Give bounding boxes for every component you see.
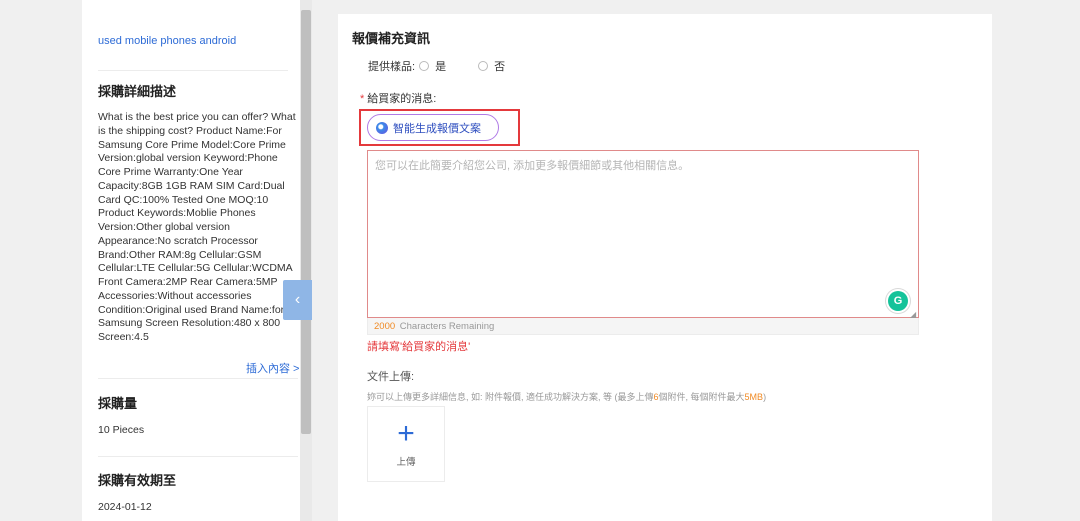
description-text: What is the best price you can offer? Wh… <box>98 111 296 343</box>
radio-no[interactable] <box>478 61 489 71</box>
scrollbar-thumb[interactable] <box>301 10 311 434</box>
quantity-title: 採購量 <box>98 396 138 411</box>
hint-text: ) <box>763 392 767 402</box>
hint-text: 個附件, 每個附件最大 <box>658 392 745 402</box>
quote-form-panel: 報價補充資訊 提供樣品: 是 否 * 給買家的消息: 智能生成報價文案 您可以在此… <box>338 14 992 521</box>
expiry-value: 2024-01-12 <box>98 501 152 513</box>
hint-text: 妳可以上傳更多詳細信息, 如: 附件報價, 適任成功解決方案, 等 (最多上傳 <box>367 392 654 402</box>
message-placeholder: 您可以在此簡要介紹您公司, 添加更多報價細節或其他相關信息。 <box>375 160 690 172</box>
product-link[interactable]: used mobile phones android <box>98 35 236 47</box>
upload-hint: 妳可以上傳更多詳細信息, 如: 附件報價, 適任成功解決方案, 等 (最多上傳6… <box>367 390 766 403</box>
ai-button-label: 智能生成報價文案 <box>393 122 481 135</box>
upload-button[interactable]: + 上傳 <box>367 406 445 482</box>
divider <box>98 456 298 457</box>
insert-content-link[interactable]: 插入內容 > <box>246 360 299 376</box>
divider <box>98 70 288 71</box>
message-label: * 給買家的消息: <box>360 90 436 106</box>
character-counter: 2000 Characters Remaining <box>367 318 919 335</box>
collapse-sidebar-button[interactable]: ‹ <box>283 280 312 320</box>
grammarly-icon[interactable]: G <box>888 291 908 311</box>
sample-radio-group: 提供樣品: 是 否 <box>368 58 533 74</box>
upload-label: 文件上傳: <box>367 371 415 383</box>
radio-yes-label[interactable]: 是 <box>435 58 446 74</box>
ai-sparkle-icon <box>376 121 388 134</box>
description-title: 採購詳細描述 <box>98 84 177 99</box>
counter-number: 2000 <box>374 321 396 332</box>
radio-no-label[interactable]: 否 <box>494 58 505 74</box>
upload-button-label: 上傳 <box>396 457 416 468</box>
left-panel: used mobile phones android 採購詳細描述 What i… <box>82 0 300 521</box>
page-title: 報價補充資訊 <box>352 31 431 46</box>
required-mark: * <box>360 93 365 105</box>
hint-size: 5MB <box>744 392 764 402</box>
radio-yes[interactable] <box>419 61 430 71</box>
message-textarea[interactable]: 您可以在此簡要介紹您公司, 添加更多報價細節或其他相關信息。 <box>367 150 919 318</box>
divider <box>98 378 298 379</box>
validation-error: 請填寫'給買家的消息' <box>367 341 471 353</box>
sample-label: 提供樣品: <box>368 61 416 73</box>
quantity-value: 10 Pieces <box>98 424 145 436</box>
message-label-text: 給買家的消息: <box>367 93 437 105</box>
expiry-title: 採購有效期至 <box>98 473 177 488</box>
counter-text: Characters Remaining <box>399 321 495 332</box>
plus-icon: + <box>397 417 415 450</box>
chevron-left-icon: ‹ <box>294 291 301 308</box>
ai-generate-quote-button[interactable]: 智能生成報價文案 <box>367 114 499 141</box>
